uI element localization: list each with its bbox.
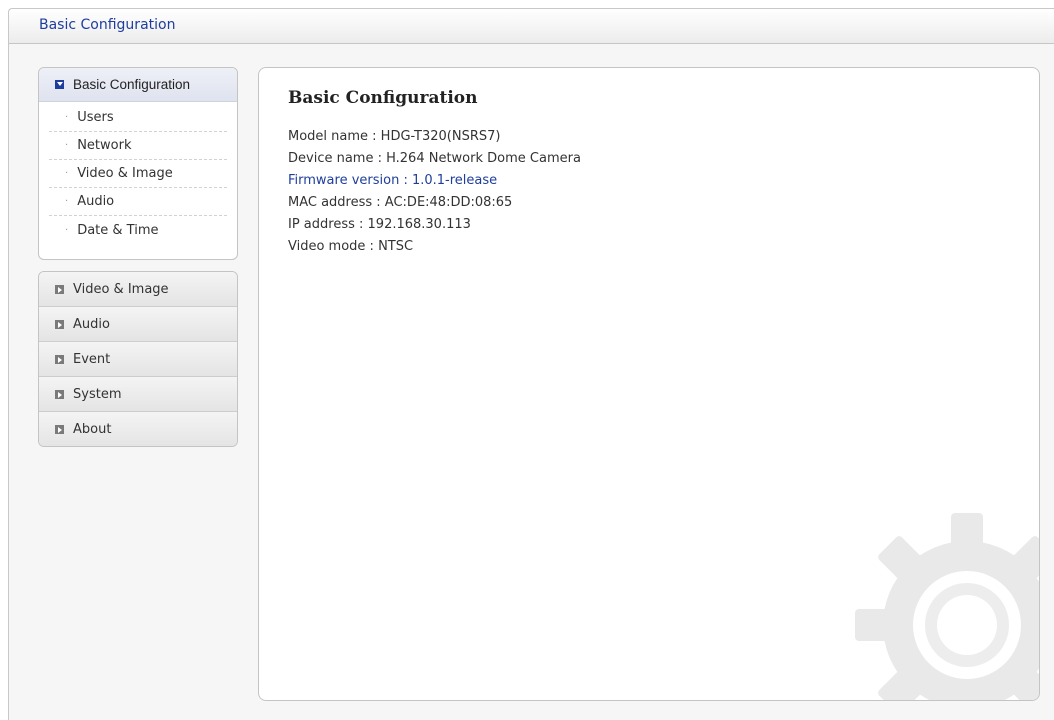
bullet-icon: · xyxy=(65,112,69,123)
mac-address-text: MAC address : AC:DE:48:DD:08:65 xyxy=(288,195,513,210)
sidebar-section-label: Video & Image xyxy=(73,281,169,297)
collapse-arrow-icon xyxy=(55,354,64,364)
bullet-icon: · xyxy=(65,224,69,236)
ip-address-text: IP address : 192.168.30.113 xyxy=(288,217,471,232)
gear-icon xyxy=(855,513,1039,700)
page-header-title: Basic Configuration xyxy=(39,17,176,33)
collapse-arrow-icon xyxy=(55,284,64,294)
sidebar-submenu: · Users · Network · Video & Image · Audi… xyxy=(39,102,237,244)
sidebar-item-video-image[interactable]: · Video & Image xyxy=(49,160,227,188)
expand-arrow-icon xyxy=(55,80,64,89)
app-frame: Basic Configuration Basic Configuration … xyxy=(8,8,1054,720)
bullet-icon: · xyxy=(65,168,69,179)
device-name-text: Device name : H.264 Network Dome Camera xyxy=(288,151,581,166)
device-info-list: Model name : HDG-T320(NSRS7) Device name… xyxy=(288,126,581,258)
sidebar-item-date-time[interactable]: · Date & Time xyxy=(49,216,227,244)
title-bar: Basic Configuration xyxy=(9,9,1054,44)
bullet-icon: · xyxy=(65,196,69,207)
sidebar-section-label: About xyxy=(73,422,112,437)
sidebar-item-label: Date & Time xyxy=(77,222,159,238)
collapse-arrow-icon xyxy=(55,389,64,399)
sidebar-item-users[interactable]: · Users xyxy=(49,104,227,132)
sidebar-item-network[interactable]: · Network xyxy=(49,132,227,160)
sidebar-section-about[interactable]: About xyxy=(39,412,237,446)
sidebar-section-event[interactable]: Event xyxy=(39,342,237,377)
sidebar-section-basic-configuration[interactable]: Basic Configuration xyxy=(39,68,237,102)
sidebar-item-label: Video & Image xyxy=(77,166,173,181)
content-panel: Basic Configuration Model name : HDG-T32… xyxy=(258,67,1040,701)
sidebar-item-audio[interactable]: · Audio xyxy=(49,188,227,216)
sidebar-section-label: Basic Configuration xyxy=(73,77,191,92)
video-mode-text: Video mode : NTSC xyxy=(288,239,414,254)
model-name-text: Model name : HDG-T320(NSRS7) xyxy=(288,129,501,144)
page-title: Basic Configuration xyxy=(288,88,478,108)
sidebar-section-system[interactable]: System xyxy=(39,377,237,412)
sidebar-section-audio[interactable]: Audio xyxy=(39,307,237,342)
sidebar-section-label: System xyxy=(73,386,122,402)
bullet-icon: · xyxy=(65,140,69,151)
collapse-arrow-icon xyxy=(55,319,64,329)
sidebar-item-label: Audio xyxy=(77,194,115,209)
sidebar-basic-configuration: Basic Configuration · Users · Network · … xyxy=(38,67,238,260)
firmware-version-link[interactable]: Firmware version : 1.0.1-release xyxy=(288,170,581,192)
sidebar-section-video-image[interactable]: Video & Image xyxy=(39,272,237,307)
sidebar-item-label: Network xyxy=(77,138,132,153)
sidebar-section-label: Audio xyxy=(73,316,110,332)
sidebar-section-label: Event xyxy=(73,351,111,367)
sidebar-collapsed-sections: Video & Image Audio Event System About xyxy=(38,271,238,447)
sidebar-item-label: Users xyxy=(77,110,114,125)
collapse-arrow-icon xyxy=(55,425,64,434)
